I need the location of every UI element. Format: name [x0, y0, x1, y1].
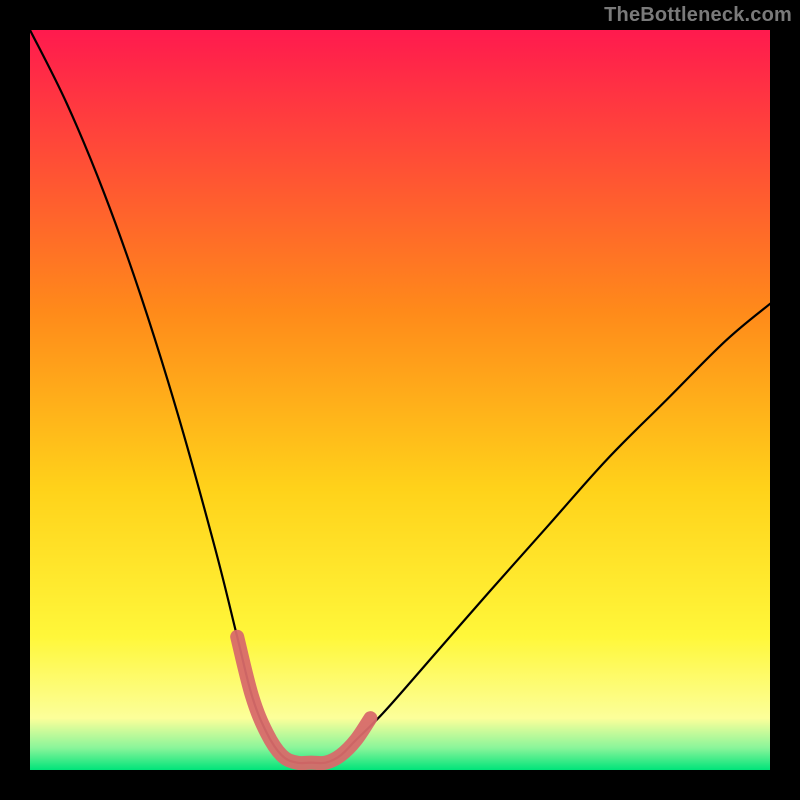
gradient-background [30, 30, 770, 770]
chart-stage: TheBottleneck.com [0, 0, 800, 800]
watermark-text: TheBottleneck.com [604, 4, 792, 27]
bottleneck-chart [30, 30, 770, 770]
